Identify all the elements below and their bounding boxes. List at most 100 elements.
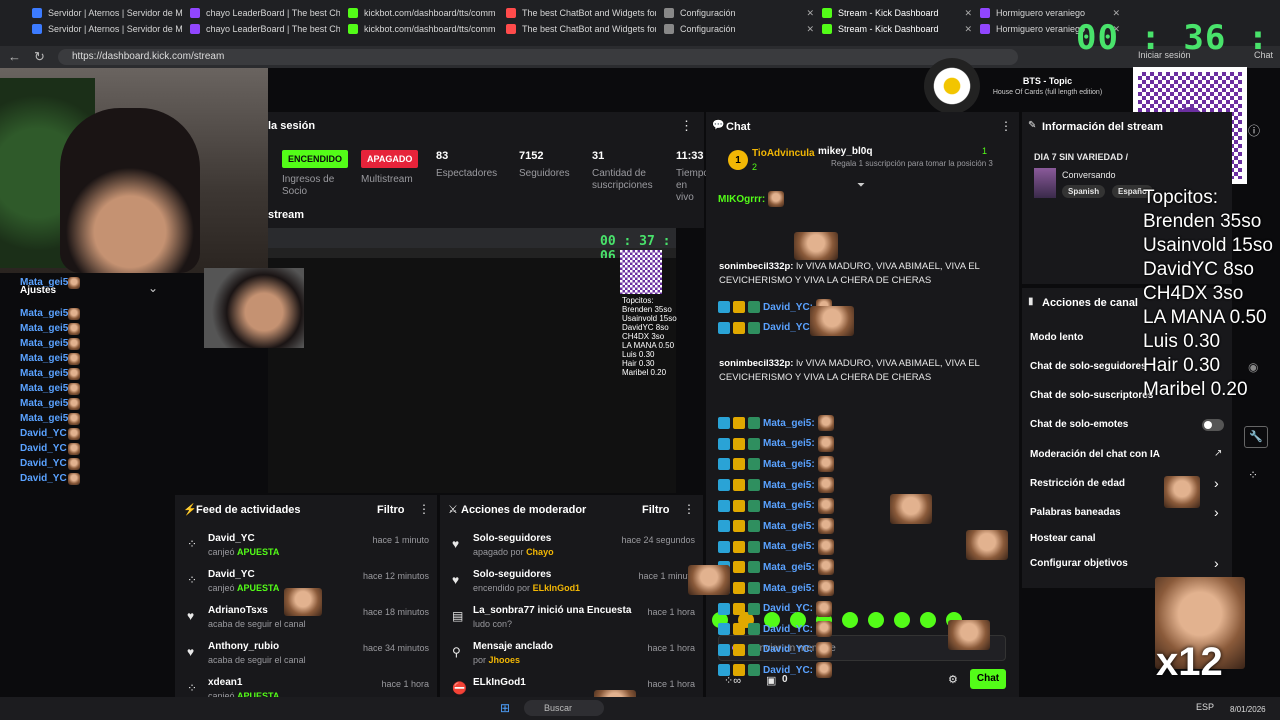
emote-icon[interactable] [920,612,936,628]
channel-action-item[interactable]: Chat de solo-seguidores [1030,361,1147,372]
partner-status-badge[interactable]: ENCENDIDO [282,150,349,168]
chat-username[interactable]: Mata_gei5: [763,418,815,429]
activity-user[interactable]: David_YC [208,569,279,580]
chat-username[interactable]: Mata_gei5: [763,521,815,532]
stream-preview[interactable]: 00 : 37 : 06 Topcitos: Brenden 35so Usai… [204,228,677,493]
reload-icon[interactable]: ↻ [34,49,45,65]
activity-user[interactable]: David_YC [208,533,279,544]
more-icon[interactable]: ⋮ [680,118,693,134]
mod-action-sub: ludo con? [473,619,513,629]
chevron-right-icon[interactable]: › [1214,555,1219,571]
close-tab-icon[interactable]: ✕ [1106,8,1120,19]
info-icon[interactable]: ⓘ [1248,122,1260,139]
mod-action-item[interactable]: Solo-seguidores encendido por ELkInGod1 [473,569,580,593]
browser-tab[interactable]: Stream - Kick Dashboard ✕ [822,5,972,21]
keyboard-language[interactable]: ESP [1196,702,1214,712]
close-tab-icon[interactable]: ✕ [958,8,972,19]
chat-username[interactable]: Mata_gei5: [763,438,815,449]
mod-action-item[interactable]: Mensaje anclado por Jhooes [473,641,553,665]
browser-tab[interactable]: The best ChatBot and Widgets for✕ [506,21,656,37]
channel-action-item[interactable]: Configurar objetivos [1030,558,1128,569]
sword-icon: ⚔ [448,504,458,516]
multistream-status-badge[interactable]: APAGADO [361,150,419,168]
windows-start-icon[interactable]: ⊞ [500,701,510,715]
channel-action-item[interactable]: Palabras baneadas [1030,507,1121,518]
channel-action-item[interactable]: Hostear canal [1030,533,1096,544]
chat-username[interactable]: Mata_gei5: [763,459,815,470]
browser-tab[interactable]: Configuración ✕ [664,5,814,21]
browser-tab[interactable]: Servidor | Aternos | Servidor de M✕ [32,5,182,21]
activity-user[interactable]: xdean1 [208,677,279,688]
wrench-icon[interactable]: 🔧 [1244,426,1268,448]
mod-action-title: Solo-seguidores [473,533,552,544]
chevron-right-icon[interactable]: › [1214,475,1219,491]
top-user-name[interactable]: TioAdvincula [752,148,815,159]
mod-action-item[interactable]: Solo-seguidores apagado por Chayo [473,533,554,557]
chat-settings-icon[interactable]: ⚙ [948,673,958,686]
tab-favicon [980,24,990,34]
chevron-down-icon[interactable]: ⌄ [148,281,158,295]
browser-tab[interactable]: chayo LeaderBoard | The best Cha✕ [190,21,340,37]
channel-action-item[interactable]: Modo lento [1030,332,1083,343]
mod-action-item[interactable]: La_sonbra77 inició una Encuesta ludo con? [473,605,631,629]
activity-more-icon[interactable]: ⋮ [418,502,430,516]
browser-tab[interactable]: Configuración ✕ [664,21,814,37]
mod-action-by[interactable]: Jhooes [489,655,521,665]
url-field[interactable]: https://dashboard.kick.com/stream [58,49,1018,65]
pin-collapse-icon[interactable]: ⏷ [857,180,865,191]
emote-icon[interactable] [868,612,884,628]
channel-action-item[interactable]: Chat de solo-suscriptores [1030,390,1153,401]
chat-username[interactable]: Mata_gei5: [763,480,815,491]
chat-more-icon[interactable]: ⋮ [1000,119,1012,133]
browser-tab[interactable]: The best ChatBot and Widgets for✕ [506,5,656,21]
chat-username[interactable]: Mata_gei5: [763,500,815,511]
emote-icon[interactable] [842,612,858,628]
activity-filter-button[interactable]: Filtro [377,504,405,516]
external-link-icon[interactable]: ↗ [1214,448,1222,459]
browser-tab[interactable]: Servidor | Aternos | Servidor de M✕ [32,21,182,37]
chat-username[interactable]: David_YC: [763,322,813,333]
browser-tab[interactable]: chayo LeaderBoard | The best Cha✕ [190,5,340,21]
chat-username[interactable]: Mata_gei5: [763,562,815,573]
mod-action-by[interactable]: Chayo [526,547,554,557]
channel-action-item[interactable]: Moderación del chat con IA [1030,449,1160,460]
activity-item[interactable]: David_YC canjeó APUESTA [208,533,279,557]
tab-favicon [822,8,832,18]
chat-username[interactable]: David_YC: [763,665,813,676]
mod-filter-button[interactable]: Filtro [642,504,670,516]
close-tab-icon[interactable]: ✕ [958,24,972,35]
gifter-name[interactable]: mikey_bl0q [818,146,872,157]
emote-icon[interactable] [894,612,910,628]
share-icon[interactable]: ⁘ [1248,468,1258,482]
activity-user[interactable]: Anthony_rubio [208,641,306,652]
close-tab-icon[interactable]: ✕ [800,24,814,35]
chat-username[interactable]: David_YC: [763,624,813,635]
taskbar-search[interactable]: Buscar [524,700,604,716]
category-name[interactable]: Conversando [1062,170,1116,180]
mod-more-icon[interactable]: ⋮ [683,502,695,516]
chat-username[interactable]: Mata_gei5: [763,541,815,552]
chat-username[interactable]: David_YC: [763,302,813,313]
chevron-right-icon[interactable]: › [1214,504,1219,520]
back-icon[interactable]: ← [8,49,21,64]
tag-spanish[interactable]: Spanish [1062,185,1106,198]
chat-username[interactable]: David_YC: [763,644,813,655]
channel-action-item[interactable]: Restricción de edad [1030,478,1125,489]
browser-tab[interactable]: kickbot.com/dashboard/tts/comm✕ [348,21,498,37]
close-tab-icon[interactable]: ✕ [800,8,814,19]
channel-action-item[interactable]: Chat de solo-emotes [1030,419,1128,430]
chat-username[interactable]: David_YC: [763,603,813,614]
browser-tab[interactable]: Stream - Kick Dashboard ✕ [822,21,972,37]
send-chat-button[interactable]: Chat [970,669,1006,689]
stream-timer: 00 : 36 : 25 [1076,18,1280,58]
mod-action-item[interactable]: ELkInGod1 [473,677,526,691]
chat-username[interactable]: sonimbecil332p: [719,358,793,369]
mod-action-by[interactable]: ELkInGod1 [533,583,581,593]
activity-item[interactable]: Anthony_rubio acaba de seguir el canal [208,641,306,665]
activity-item[interactable]: David_YC canjeó APUESTA [208,569,279,593]
chat-username[interactable]: sonimbecil332p: [719,261,793,272]
browser-tab[interactable]: kickbot.com/dashboard/tts/comm✕ [348,5,498,21]
chat-username[interactable]: MIKOgrrr: [718,194,765,205]
emote-only-toggle[interactable] [1202,419,1224,431]
chat-username[interactable]: Mata_gei5: [763,583,815,594]
